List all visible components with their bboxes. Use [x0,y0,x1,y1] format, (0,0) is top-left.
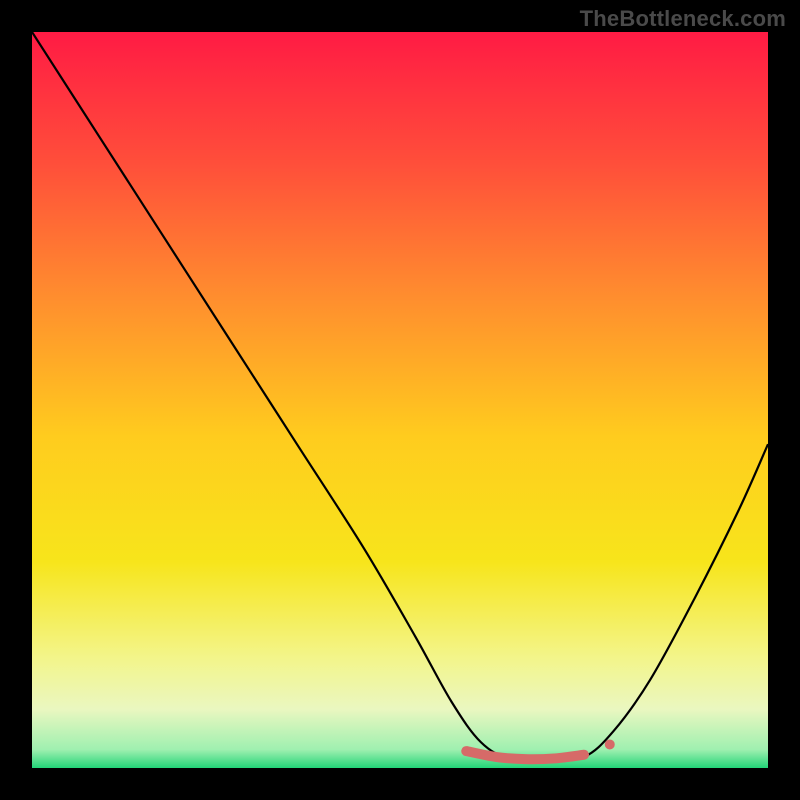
optimal-end-dot [605,739,615,749]
plot-background [32,32,768,768]
bottleneck-chart [0,0,800,800]
chart-frame: { "watermark": "TheBottleneck.com", "cha… [0,0,800,800]
watermark-text: TheBottleneck.com [580,6,786,32]
